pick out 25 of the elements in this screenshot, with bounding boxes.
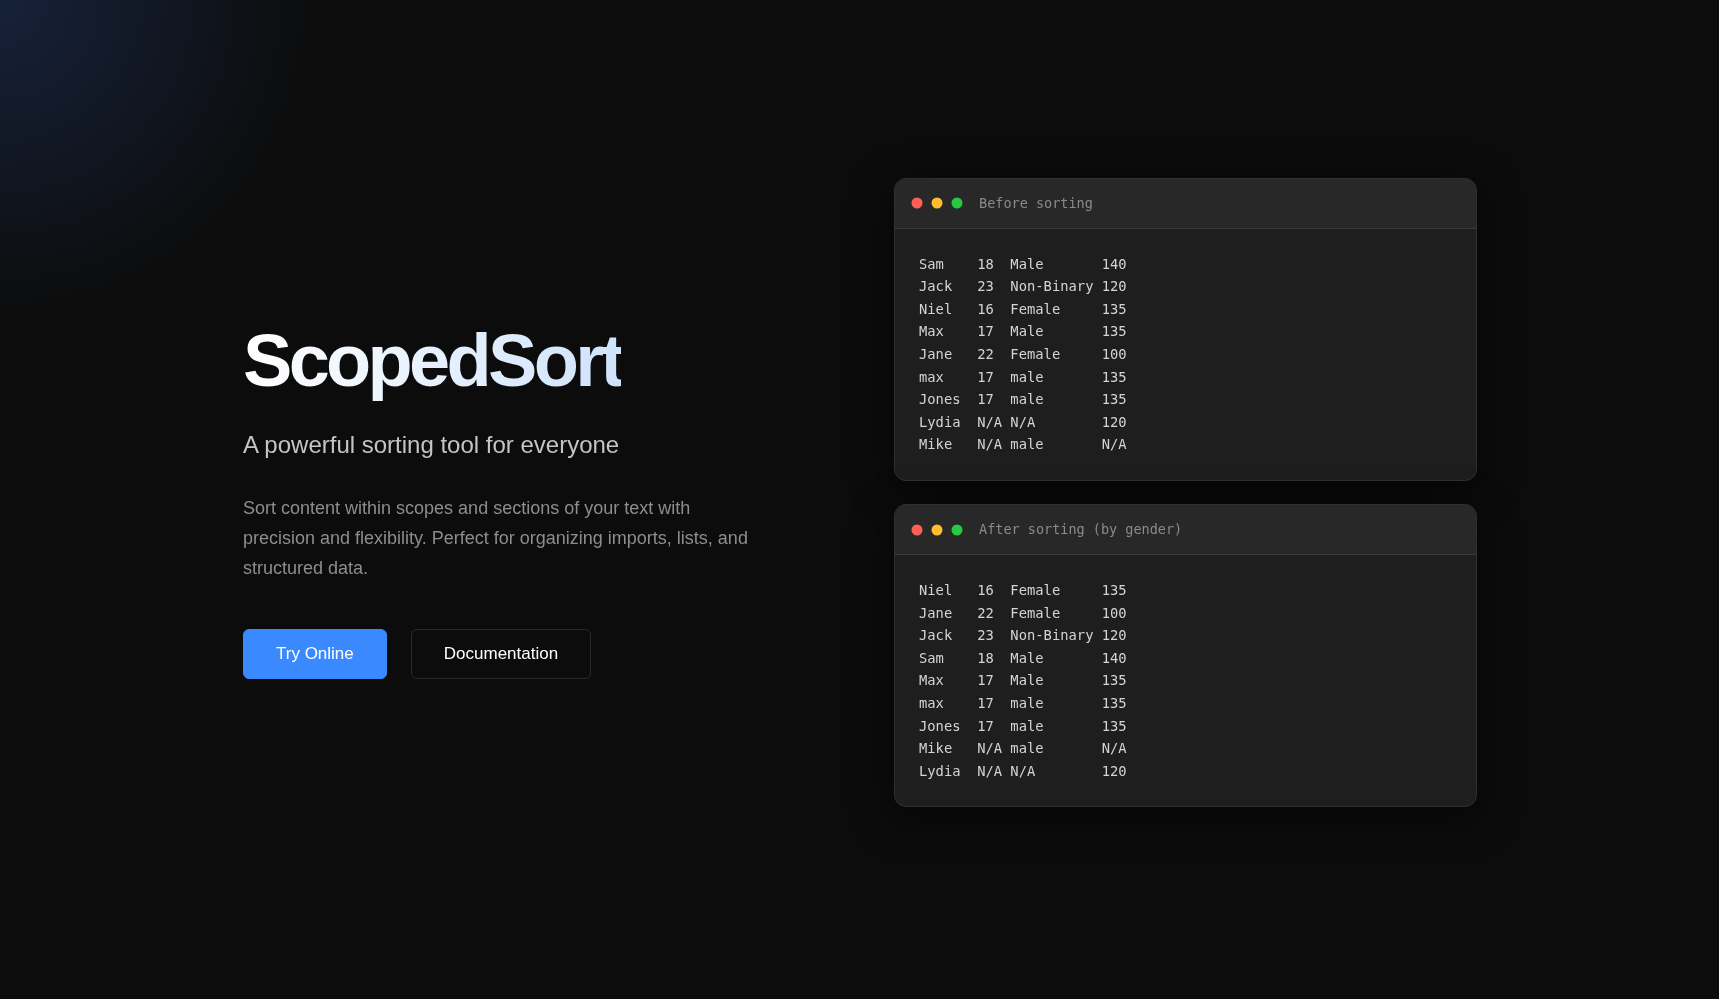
code-line: max 17 male 135 (919, 693, 1127, 713)
code-line: Jane 22 Female 100 (919, 345, 1127, 365)
window-controls-icon (911, 523, 963, 536)
code-line: Sam 18 Male 140 (919, 648, 1127, 668)
code-line: max 17 male 135 (919, 367, 1127, 387)
code-line: Max 17 Male 135 (919, 671, 1127, 691)
code-line: Jones 17 male 135 (919, 716, 1127, 736)
window-controls-icon (911, 197, 963, 210)
code-line: Lydia N/A N/A 120 (919, 761, 1127, 781)
code-line: Niel 16 Female 135 (919, 581, 1127, 600)
code-line: Jack 23 Non-Binary 120 (919, 277, 1127, 297)
code-line: Lydia N/A N/A 120 (919, 412, 1127, 432)
code-line: Max 17 Male 135 (919, 322, 1127, 342)
code-line: Jack 23 Non-Binary 120 (919, 626, 1127, 646)
hero-subtitle: A powerful sorting tool for everyone (243, 430, 621, 461)
window-title: After sorting (by gender) (979, 520, 1183, 540)
code-line: Jones 17 male 135 (919, 390, 1127, 410)
window-title: Before sorting (979, 194, 1093, 214)
code-line: Mike N/A male N/A (919, 435, 1127, 455)
code-line: Niel 16 Female 135 (919, 299, 1127, 319)
code-line: Sam 18 Male 140 (919, 254, 1127, 274)
hero-description: Sort content within scopes and sections of your text with precision and flexibility. Perfect for organizing imports, lists, and structured data. (243, 497, 749, 581)
code-line: Mike N/A male N/A (919, 739, 1127, 759)
code-line: Jane 22 Female 100 (919, 603, 1127, 623)
documentation-button[interactable]: Documentation (410, 629, 592, 680)
